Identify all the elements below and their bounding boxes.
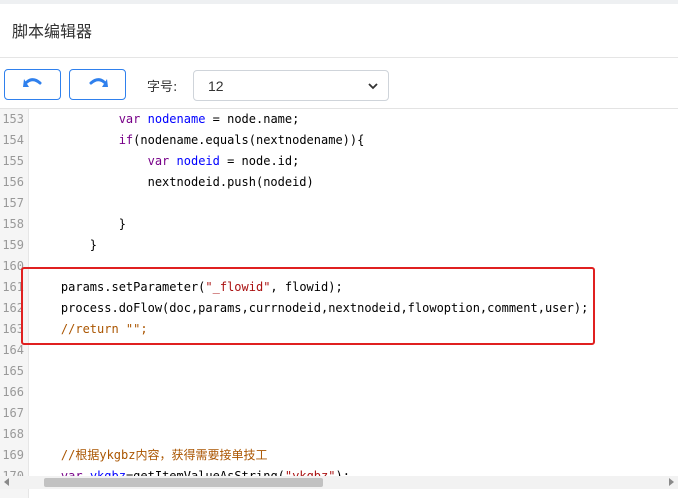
undo-button[interactable]: [4, 69, 61, 100]
horizontal-scrollbar[interactable]: [0, 476, 678, 489]
line-number: 159: [2, 238, 24, 252]
code-line[interactable]: 155 var nodeid = node.id;: [0, 151, 678, 172]
code-token: = node.name;: [205, 112, 300, 126]
code-line[interactable]: 156 nextnodeid.push(nodeid): [0, 172, 678, 193]
line-number: 169: [2, 448, 24, 462]
line-number: 166: [2, 385, 24, 399]
code-line[interactable]: 159 }: [0, 235, 678, 256]
line-number: 157: [2, 196, 24, 210]
code-text: var nodeid = node.id;: [32, 151, 300, 172]
code-line[interactable]: 166: [0, 382, 678, 403]
line-number: 165: [2, 364, 24, 378]
code-token: }: [32, 238, 98, 252]
code-text: //根据ykgbz内容，获得需要接单技工: [32, 445, 268, 466]
code-line[interactable]: 167: [0, 403, 678, 424]
scroll-left-icon[interactable]: [4, 478, 9, 486]
line-number: 158: [2, 217, 24, 231]
scroll-right-icon[interactable]: [669, 478, 674, 486]
code-token: var: [118, 112, 141, 126]
code-text: var nodename = node.name;: [32, 109, 300, 130]
code-token: nodename: [147, 112, 206, 126]
page-title: 脚本编辑器: [12, 22, 93, 41]
code-line[interactable]: 153 var nodename = node.name;: [0, 109, 678, 130]
redo-button[interactable]: [69, 69, 126, 100]
line-number: 167: [2, 406, 24, 420]
code-text: nextnodeid.push(nodeid): [32, 172, 314, 193]
font-size-value: 12: [208, 78, 224, 94]
code-text: }: [32, 235, 97, 256]
font-size-label: 字号:: [147, 80, 178, 95]
code-token: var: [147, 154, 170, 168]
code-text: if(nodename.equals(nextnodename)){: [32, 130, 365, 151]
code-token: if: [118, 133, 134, 147]
redo-arrow-icon: [89, 77, 108, 87]
undo-arrow-icon: [22, 77, 41, 87]
code-line[interactable]: 169 //根据ykgbz内容，获得需要接单技工: [0, 445, 678, 466]
header-divider: [0, 57, 678, 58]
line-number: 156: [2, 175, 24, 189]
chevron-down-icon: [368, 83, 378, 90]
code-token: nodeid: [176, 154, 220, 168]
code-line[interactable]: 158 }: [0, 214, 678, 235]
code-token: (nodename.equals(nextnodename)){: [133, 133, 365, 147]
code-token: }: [32, 217, 126, 231]
code-token: = node.id;: [219, 154, 300, 168]
code-text: }: [32, 214, 126, 235]
line-number: 168: [2, 427, 24, 441]
line-number: 155: [2, 154, 24, 168]
code-token: //根据ykgbz内容，获得需要接单技工: [60, 448, 268, 462]
scrollbar-thumb[interactable]: [44, 478, 323, 487]
code-line[interactable]: 157: [0, 193, 678, 214]
top-strip: [0, 0, 678, 4]
code-line[interactable]: 165: [0, 361, 678, 382]
code-line[interactable]: 154 if(nodename.equals(nextnodename)){: [0, 130, 678, 151]
code-line[interactable]: 168: [0, 424, 678, 445]
line-number: 153: [2, 112, 24, 126]
code-token: nextnodeid.push(nodeid): [32, 175, 314, 189]
line-number: 154: [2, 133, 24, 147]
font-size-select[interactable]: 12: [193, 70, 389, 101]
highlight-box: [21, 267, 595, 345]
